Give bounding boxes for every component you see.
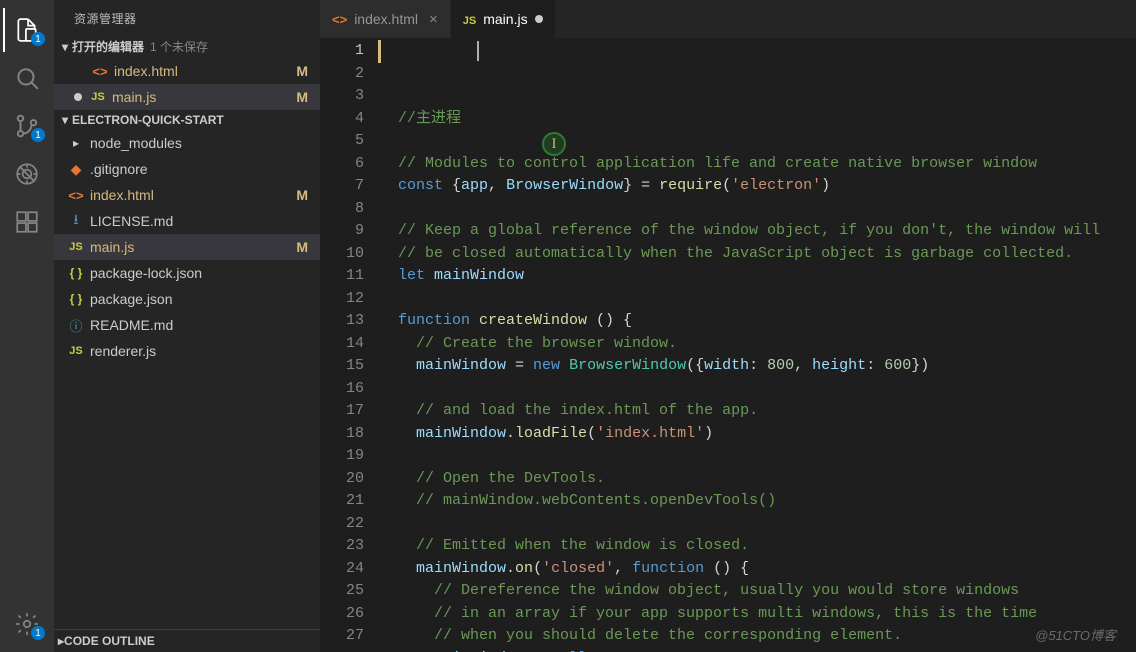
code-content[interactable]: //主进程// Modules to control application l… [382, 38, 1136, 652]
sidebar-title: 资源管理器 [54, 0, 320, 35]
editor-area: <> index.html × JS main.js 12345678910111213… [320, 0, 1136, 652]
file-tree-item[interactable]: { } package.json [54, 286, 320, 312]
project-header[interactable]: ▾ ELECTRON-QUICK-START [54, 110, 320, 130]
tab-bar: <> index.html × JS main.js [320, 0, 1136, 38]
outline-label: CODE OUTLINE [64, 634, 155, 648]
file-name: main.js [112, 89, 296, 105]
file-tree-item[interactable]: { } package-lock.json [54, 260, 320, 286]
open-editors-sub: 1 个未保存 [150, 38, 208, 55]
project-name: ELECTRON-QUICK-START [72, 113, 224, 127]
file-icon: ▸ [66, 136, 86, 150]
file-name: LICENSE.md [90, 213, 312, 229]
text-cursor [477, 41, 479, 61]
open-editor-item[interactable]: <> index.htmlM [54, 58, 320, 84]
settings-icon[interactable]: 1 [3, 602, 51, 646]
search-icon[interactable] [3, 56, 51, 100]
file-icon: ⭳ [66, 209, 86, 233]
outline-header[interactable]: ▸ CODE OUTLINE [54, 629, 320, 652]
file-icon: JS [66, 345, 86, 357]
file-icon: { } [66, 266, 86, 280]
watermark: @51CTO博客 [1035, 625, 1116, 644]
sidebar: 资源管理器 ▾ 打开的编辑器 1 个未保存 <>index.htmlMJSmai… [54, 0, 320, 652]
file-tree-item[interactable]: <> index.htmlM [54, 182, 320, 208]
open-editor-item[interactable]: JS main.jsM [54, 84, 320, 110]
file-name: renderer.js [90, 343, 312, 359]
code-editor[interactable]: 1234567891011121314151617181920212223242… [320, 38, 1136, 652]
git-status: M [296, 187, 312, 203]
dirty-dot-icon [535, 15, 543, 23]
file-name: package-lock.json [90, 265, 312, 281]
file-tree-item[interactable]: ▸ node_modules [54, 130, 320, 156]
file-tree-item[interactable]: ⓘREADME.md [54, 312, 320, 338]
editor-tab[interactable]: <> index.html × [320, 0, 451, 38]
file-icon: JS [88, 91, 108, 103]
explorer-icon[interactable]: 1 [3, 8, 51, 52]
close-icon[interactable]: × [429, 11, 438, 28]
extensions-icon[interactable] [3, 200, 51, 244]
file-name: node_modules [90, 135, 312, 151]
file-name: README.md [90, 317, 312, 333]
open-editors-label: 打开的编辑器 [72, 38, 144, 55]
file-icon: ◆ [66, 161, 86, 178]
debug-icon[interactable] [3, 152, 51, 196]
file-icon: { } [66, 292, 86, 306]
file-icon: <> [90, 64, 110, 79]
file-name: index.html [90, 187, 296, 203]
chevron-down-icon: ▾ [58, 113, 72, 127]
file-icon: JS [66, 241, 86, 253]
file-name: index.html [114, 63, 296, 79]
source-control-icon[interactable]: 1 [3, 104, 51, 148]
git-status: M [296, 89, 312, 105]
open-editors-header[interactable]: ▾ 打开的编辑器 1 个未保存 [54, 35, 320, 58]
tab-label: main.js [483, 11, 527, 27]
unsaved-dot-icon [74, 93, 82, 101]
file-name: main.js [90, 239, 296, 255]
git-status: M [296, 239, 312, 255]
file-icon: <> [66, 188, 86, 203]
scm-badge: 1 [31, 128, 45, 142]
file-name: .gitignore [90, 161, 312, 177]
chevron-down-icon: ▾ [58, 40, 72, 54]
file-tree-item[interactable]: ◆.gitignore [54, 156, 320, 182]
file-tree-item[interactable]: JS main.jsM [54, 234, 320, 260]
line-gutter: 1234567891011121314151617181920212223242… [320, 38, 382, 652]
file-icon: ⓘ [66, 316, 86, 335]
tab-label: index.html [354, 11, 418, 27]
editor-tab[interactable]: JS main.js [451, 0, 556, 38]
git-status: M [296, 63, 312, 79]
file-icon: JS [463, 11, 476, 27]
file-tree-item[interactable]: ⭳LICENSE.md [54, 208, 320, 234]
activity-bar: 1 1 1 [0, 0, 54, 652]
file-tree-item[interactable]: JS renderer.js [54, 338, 320, 364]
file-name: package.json [90, 291, 312, 307]
file-icon: <> [332, 11, 347, 27]
settings-badge: 1 [31, 626, 45, 640]
explorer-badge: 1 [31, 32, 45, 46]
